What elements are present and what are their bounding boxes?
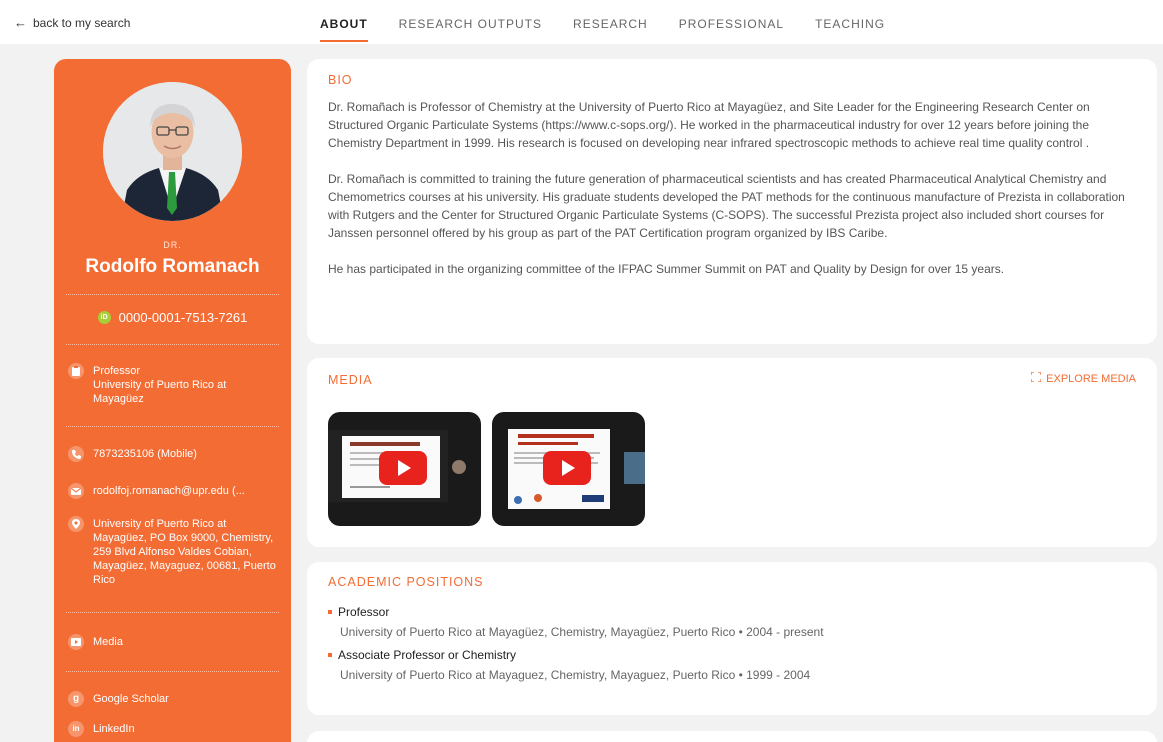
google-scholar-link[interactable]: g Google Scholar <box>68 691 278 707</box>
arrow-left-icon: ← <box>14 15 27 30</box>
academic-title: DR. <box>163 240 182 250</box>
media-card: MEDIA EXPLORE MEDIA <box>307 358 1157 547</box>
explore-media-label: EXPLORE MEDIA <box>1046 372 1136 385</box>
email-info[interactable]: rodolfoj.romanach@upr.edu (... <box>68 483 278 499</box>
next-section-card <box>307 731 1157 742</box>
video-thumbnail[interactable] <box>492 412 645 526</box>
position-title: Professor <box>93 365 141 377</box>
phone-info[interactable]: 7873235106 (Mobile) <box>68 446 278 462</box>
divider <box>66 426 279 427</box>
top-navigation-bar: ← back to my search ABOUT RESEARCH OUTPU… <box>0 0 1163 44</box>
bio-heading: BIO <box>328 73 353 87</box>
orcid-id: 0000-0001-7513-7261 <box>118 310 248 325</box>
list-item: Associate Professor or Chemistry Univers… <box>328 648 824 682</box>
tab-professional[interactable]: PROFESSIONAL <box>679 0 784 44</box>
position-name: Professor <box>338 605 390 619</box>
orcid-icon: iD <box>97 311 111 324</box>
back-to-search-link[interactable]: ← back to my search <box>14 16 130 30</box>
phone-number: 7873235106 (Mobile) <box>93 448 197 460</box>
media-link-label: Media <box>93 636 123 648</box>
divider <box>66 612 279 613</box>
divider <box>66 294 279 295</box>
bio-text: Dr. Romañach is Professor of Chemistry a… <box>328 98 1143 296</box>
tab-about[interactable]: ABOUT <box>320 0 368 44</box>
list-item: Professor University of Puerto Rico at M… <box>328 605 824 639</box>
media-play-icon <box>68 634 84 650</box>
email-address: rodolfoj.romanach@upr.edu (... <box>93 485 245 497</box>
bio-paragraph: Dr. Romañach is committed to training th… <box>328 172 1125 240</box>
phone-icon <box>68 446 84 462</box>
tab-research[interactable]: RESEARCH <box>573 0 648 44</box>
media-heading: MEDIA <box>328 373 373 387</box>
email-icon <box>68 483 84 499</box>
bullet <box>328 653 332 657</box>
linkedin-link[interactable]: in LinkedIn <box>68 721 278 737</box>
media-link[interactable]: Media <box>68 634 278 650</box>
divider <box>66 344 279 345</box>
profile-card: DR. Rodolfo Romanach iD 0000-0001-7513-7… <box>54 59 291 742</box>
tab-research-outputs[interactable]: RESEARCH OUTPUTS <box>399 0 542 44</box>
bullet <box>328 610 332 614</box>
address-info: University of Puerto Rico at Mayagüez, P… <box>68 516 278 587</box>
bio-paragraph: He has participated in the organizing co… <box>328 262 1005 276</box>
back-link-label: back to my search <box>33 16 131 30</box>
positions-heading: ACADEMIC POSITIONS <box>328 575 484 589</box>
bio-paragraph: Dr. Romañach is Professor of Chemistry a… <box>328 100 1090 150</box>
google-scholar-label: Google Scholar <box>93 693 169 705</box>
expand-icon <box>1030 371 1042 385</box>
tab-teaching[interactable]: TEACHING <box>815 0 885 44</box>
avatar <box>103 82 242 221</box>
position-institution: University of Puerto Rico at Mayagüez <box>93 379 227 405</box>
linkedin-label: LinkedIn <box>93 723 135 735</box>
position-name: Associate Professor or Chemistry <box>338 648 517 662</box>
play-button-icon <box>379 451 427 485</box>
positions-list: Professor University of Puerto Rico at M… <box>328 605 824 691</box>
google-scholar-icon: g <box>68 691 84 707</box>
position-info: Professor University of Puerto Rico at M… <box>68 363 278 406</box>
explore-media-button[interactable]: EXPLORE MEDIA <box>1030 371 1136 385</box>
profile-name: Rodolfo Romanach <box>85 256 260 277</box>
orcid-link[interactable]: iD 0000-0001-7513-7261 <box>54 310 291 325</box>
bio-card: BIO Dr. Romañach is Professor of Chemist… <box>307 59 1157 344</box>
academic-positions-card: ACADEMIC POSITIONS Professor University … <box>307 562 1157 715</box>
badge-icon <box>68 363 84 379</box>
position-detail: University of Puerto Rico at Mayagüez, C… <box>340 625 824 639</box>
play-button-icon <box>543 451 591 485</box>
linkedin-icon: in <box>68 721 84 737</box>
address-text: University of Puerto Rico at Mayagüez, P… <box>93 518 276 586</box>
position-detail: University of Puerto Rico at Mayaguez, C… <box>340 668 811 682</box>
profile-tabs: ABOUT RESEARCH OUTPUTS RESEARCH PROFESSI… <box>320 0 916 44</box>
location-pin-icon <box>68 516 84 532</box>
video-thumbnail[interactable] <box>328 412 481 526</box>
divider <box>66 671 279 672</box>
